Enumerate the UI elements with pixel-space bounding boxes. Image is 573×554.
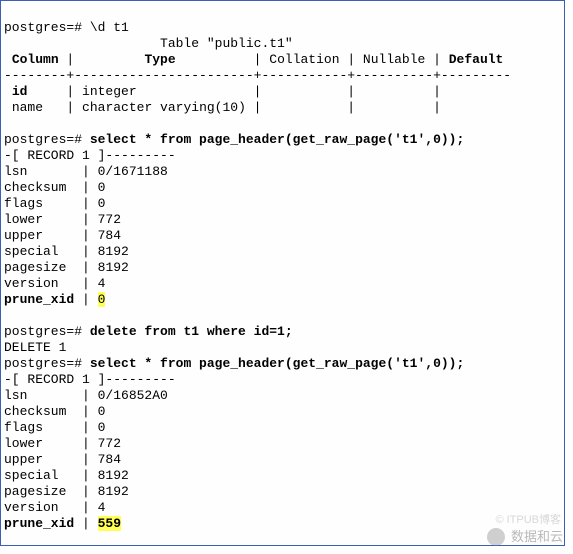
field-value: 8192	[98, 468, 129, 483]
field-label: flags	[4, 196, 43, 211]
prune-xid-label: prune_xid	[4, 516, 74, 531]
field-value: 8192	[98, 244, 129, 259]
field-value: 8192	[98, 260, 129, 275]
record-header: -[ RECORD 1 ]---------	[4, 148, 176, 163]
field-label: lsn	[4, 164, 27, 179]
field-label: lower	[4, 436, 43, 451]
hdr-collation: Collation	[269, 52, 339, 67]
field-value: 0	[98, 180, 106, 195]
field-value: 4	[98, 500, 106, 515]
field-label: lower	[4, 212, 43, 227]
col-id-type: integer	[82, 84, 137, 99]
col-id: id	[12, 84, 28, 99]
field-label: checksum	[4, 180, 66, 195]
field-value: 0	[98, 196, 106, 211]
field-label: special	[4, 468, 59, 483]
field-label: lsn	[4, 388, 27, 403]
cmd-describe: \d t1	[90, 20, 129, 35]
field-value: 0/1671188	[98, 164, 168, 179]
field-value: 784	[98, 452, 121, 467]
delete-result: DELETE 1	[4, 340, 66, 355]
field-value: 772	[98, 436, 121, 451]
field-label: flags	[4, 420, 43, 435]
field-value: 0	[98, 404, 106, 419]
field-label: upper	[4, 228, 43, 243]
prompt: postgres=#	[4, 324, 82, 339]
field-label: checksum	[4, 404, 66, 419]
prompt: postgres=#	[4, 356, 82, 371]
col-name-type: character varying(10)	[82, 100, 246, 115]
col-name: name	[12, 100, 43, 115]
terminal-output: postgres=# \d t1 Table "public.t1" Colum…	[0, 0, 565, 546]
hdr-nullable: Nullable	[363, 52, 425, 67]
hdr-default: Default	[449, 52, 504, 67]
field-value: 784	[98, 228, 121, 243]
field-value: 772	[98, 212, 121, 227]
field-value: 0/16852A0	[98, 388, 168, 403]
record-header: -[ RECORD 1 ]---------	[4, 372, 176, 387]
cmd-select-1: select * from page_header(get_raw_page('…	[90, 132, 464, 147]
prune-xid-label: prune_xid	[4, 292, 74, 307]
table-title: Table "public.t1"	[160, 36, 293, 51]
field-label: pagesize	[4, 484, 66, 499]
cmd-delete: delete from t1 where id=1;	[90, 324, 293, 339]
field-label: version	[4, 276, 59, 291]
hdr-type: Type	[144, 52, 175, 67]
field-value: 0	[98, 420, 106, 435]
field-value: 4	[98, 276, 106, 291]
field-value: 8192	[98, 484, 129, 499]
hdr-column: Column	[12, 52, 59, 67]
field-label: upper	[4, 452, 43, 467]
prune-xid-value-1: 0	[98, 292, 106, 307]
field-label: version	[4, 500, 59, 515]
prompt: postgres=#	[4, 132, 82, 147]
separator-line: --------+-----------------------+-------…	[4, 68, 511, 83]
field-label: special	[4, 244, 59, 259]
prune-xid-value-2: 559	[98, 516, 121, 531]
cmd-select-2: select * from page_header(get_raw_page('…	[90, 356, 464, 371]
prompt: postgres=#	[4, 20, 82, 35]
field-label: pagesize	[4, 260, 66, 275]
